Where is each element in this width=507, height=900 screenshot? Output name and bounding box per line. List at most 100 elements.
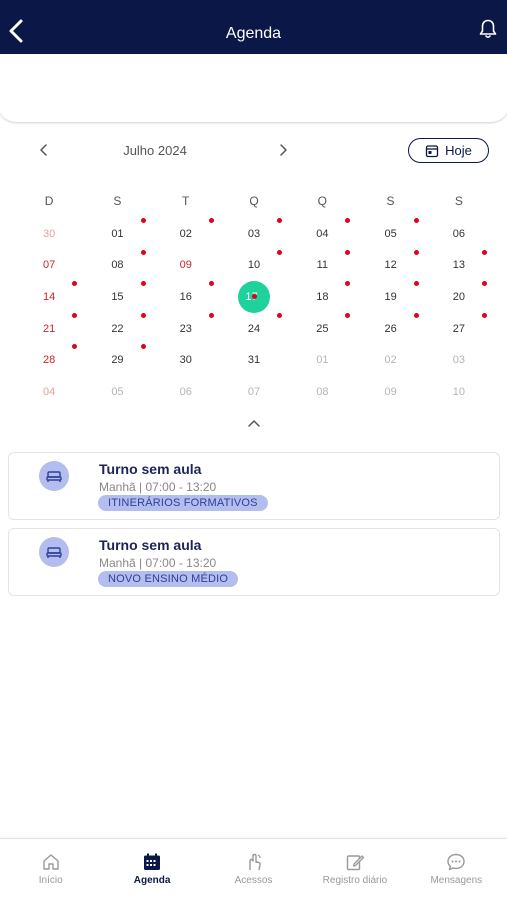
calendar-day[interactable]: 10 (425, 376, 493, 408)
calendar-day[interactable]: 20 (425, 281, 493, 313)
calendar-day[interactable]: 01 (288, 344, 356, 376)
chevron-left-icon[interactable] (36, 142, 52, 158)
weekday-label: S (113, 194, 122, 208)
event-indicator-dot (413, 281, 419, 287)
event-indicator-dot (413, 249, 419, 255)
calendar-day[interactable]: 10 (220, 249, 288, 282)
event-tag: NOVO ENSINO MÉDIO (98, 571, 239, 587)
calendar-day[interactable]: 17 (220, 281, 288, 313)
day-number: 01 (316, 354, 329, 367)
bed-icon (39, 461, 69, 491)
day-number: 02 (179, 227, 192, 240)
calendar-day[interactable]: 16 (152, 281, 220, 313)
calendar-day[interactable]: 24 (220, 312, 288, 345)
today-label: Hoje (445, 143, 472, 158)
day-number: 25 (316, 322, 329, 335)
calendar-day[interactable]: 11 (288, 249, 356, 282)
nav-item-registro[interactable]: Registro diário (304, 839, 405, 900)
calendar-day[interactable]: 03 (425, 344, 493, 376)
weekday-label: Q (249, 194, 259, 208)
today-button[interactable]: Hoje (408, 138, 489, 163)
calendar-day[interactable]: 31 (220, 344, 288, 376)
calendar-day[interactable]: 29 (83, 344, 151, 376)
home-icon (43, 854, 59, 870)
calendar-day[interactable]: 30 (15, 218, 83, 250)
day-number: 05 (111, 385, 124, 398)
calendar-grid: 30 01 02 03 04 05 06 07 08 09 10 11 12 13 14 15 16 17 18 19… (15, 218, 493, 408)
calendar-day[interactable]: 01 (83, 218, 151, 250)
calendar-day[interactable]: 02 (356, 344, 424, 376)
event-indicator-dot (140, 249, 146, 255)
calendar-day[interactable]: 25 (288, 312, 356, 345)
event-title: Turno sem aula (99, 537, 202, 553)
day-number: 08 (111, 259, 124, 272)
nav-item-inicio[interactable]: Início (0, 839, 101, 900)
calendar-day[interactable]: 06 (425, 218, 493, 250)
event-indicator-dot (140, 218, 146, 223)
calendar-day[interactable]: 07 (220, 376, 288, 408)
day-number: 07 (43, 259, 56, 272)
day-number: 30 (43, 227, 56, 240)
nav-item-acessos[interactable]: Acessos (203, 839, 304, 900)
weekday-label: T (182, 194, 190, 208)
day-number: 03 (452, 354, 466, 367)
calendar-day[interactable]: 04 (288, 218, 356, 250)
calendar-day[interactable]: 08 (288, 376, 356, 408)
calendar-day[interactable]: 30 (152, 344, 220, 376)
calendar-day[interactable]: 07 (15, 250, 83, 282)
calendar-day[interactable]: 09 (152, 250, 220, 282)
day-number: 04 (43, 385, 56, 398)
calendar-day[interactable]: 08 (83, 249, 151, 282)
chevron-up-icon[interactable] (246, 416, 262, 430)
header-card (0, 54, 507, 122)
event-indicator-dot (277, 218, 283, 223)
day-number: 04 (316, 227, 329, 240)
calendar-day[interactable]: 02 (152, 218, 220, 250)
calendar-day[interactable]: 26 (356, 312, 424, 345)
calendar-day[interactable]: 22 (83, 312, 151, 345)
calendar-day[interactable]: 21 (15, 312, 83, 345)
day-number: 09 (384, 385, 397, 398)
event-indicator-dot (413, 312, 419, 318)
day-number: 28 (43, 354, 56, 367)
nav-label: Mensagens (430, 875, 483, 886)
day-number: 10 (452, 385, 466, 398)
calendar-day[interactable]: 05 (356, 218, 424, 250)
calendar-day[interactable]: 18 (288, 281, 356, 313)
calendar-day[interactable]: 14 (15, 281, 83, 313)
calendar-day[interactable]: 13 (425, 249, 493, 282)
nav-item-mensagens[interactable]: Mensagens (406, 839, 507, 900)
event-indicator-dot (345, 249, 351, 255)
day-number: 18 (316, 290, 329, 303)
day-number: 02 (384, 354, 397, 367)
calendar-day[interactable]: 05 (83, 376, 151, 408)
calendar-day[interactable]: 06 (152, 376, 220, 408)
calendar-day[interactable]: 12 (356, 249, 424, 282)
event-card[interactable]: Turno sem aula Manhã | 07:00 - 13:20 NOV… (8, 528, 500, 596)
event-tag: ITINERÁRIOS FORMATIVOS (98, 495, 268, 511)
calendar-day[interactable]: 28 (15, 344, 83, 376)
calendar-day[interactable]: 27 (425, 312, 493, 345)
calendar-day[interactable]: 09 (356, 376, 424, 408)
event-indicator-dot (277, 249, 283, 255)
day-number: 26 (384, 322, 397, 335)
calendar-day[interactable]: 23 (152, 312, 220, 345)
calendar-day[interactable]: 15 (83, 281, 151, 313)
weekday-label: S (454, 194, 463, 208)
day-number: 10 (247, 259, 261, 272)
chevron-right-icon[interactable] (275, 142, 291, 158)
day-number: 27 (452, 322, 466, 335)
day-number: 22 (111, 322, 124, 335)
nav-label: Início (38, 875, 63, 886)
bell-icon[interactable] (477, 18, 499, 40)
event-card[interactable]: Turno sem aula Manhã | 07:00 - 13:20 ITI… (8, 452, 500, 520)
calendar-day[interactable]: 19 (356, 281, 424, 313)
calendar-day[interactable]: 04 (15, 376, 83, 408)
nav-item-agenda[interactable]: Agenda (101, 839, 202, 900)
bottom-nav: Início Agenda Acessos Registro diário Me… (0, 838, 507, 900)
event-indicator-dot (482, 312, 488, 318)
event-indicator-dot (140, 281, 146, 287)
edit-icon (346, 855, 365, 871)
day-number: 12 (384, 259, 397, 272)
calendar-day[interactable]: 03 (220, 218, 288, 250)
